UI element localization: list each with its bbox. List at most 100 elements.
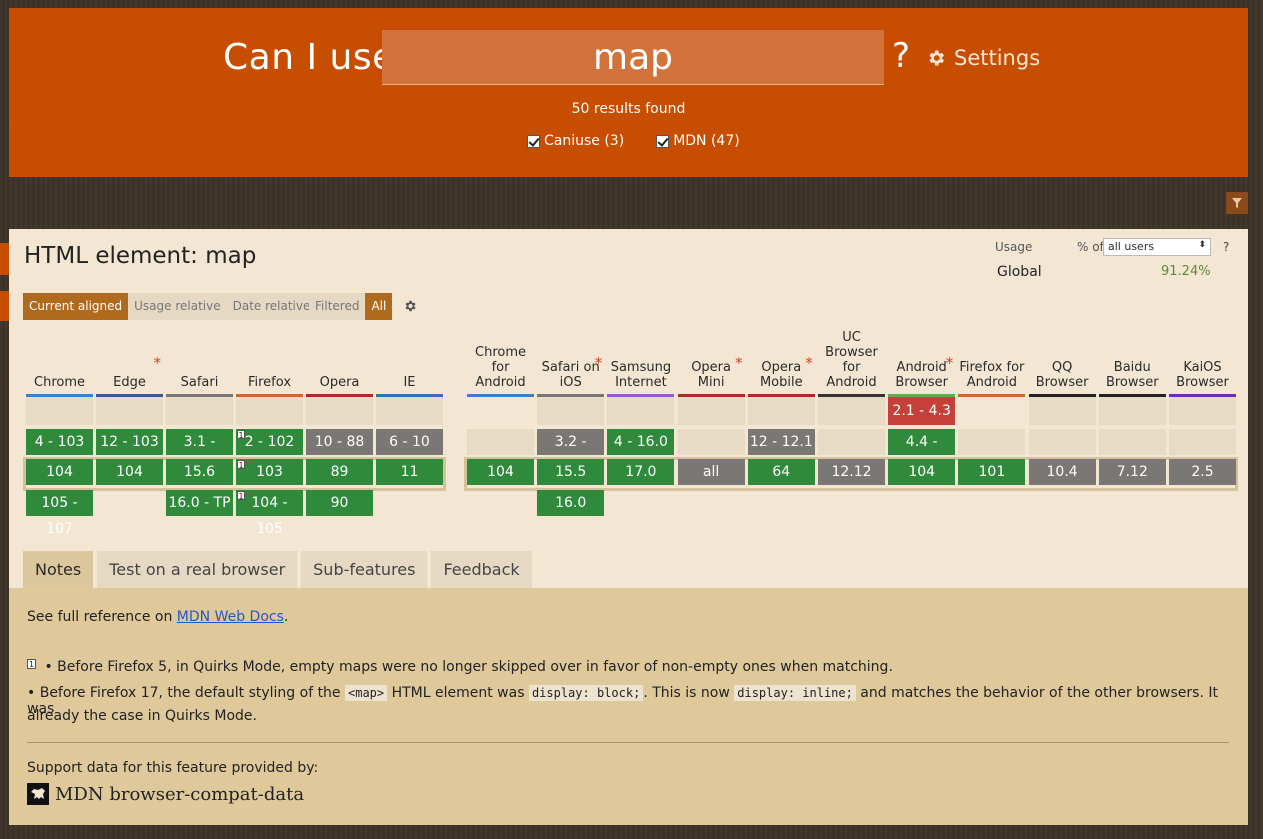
support-cell-empty [818,429,885,455]
support-cell[interactable]: 104 [26,459,93,485]
browser-name: KaiOS Browser [1176,360,1229,390]
support-cell[interactable]: 104 [467,459,534,485]
support-cell[interactable]: 15.5 [537,459,605,485]
mdn-provider-label: MDN browser-compat-data [55,783,305,805]
browser-column: Edge * 12 - 103 104 [96,229,163,529]
browser-column: QQ Browser 10.4 [1028,229,1096,529]
support-cell[interactable]: 4 - 16.0 [607,429,675,455]
browser-name: Chrome for Android [475,345,526,390]
support-cell[interactable]: 90 [306,490,373,516]
support-cell[interactable]: 16.0 - TP [166,490,233,516]
checkbox-checked-icon[interactable] [656,134,670,148]
version-range: 10 - 88 [314,434,365,450]
search-input[interactable] [382,30,884,85]
version-range: 104 [487,464,514,480]
support-cell[interactable]: 3.1 - 15.5 [166,429,233,476]
support-cell[interactable]: 3.2 - 15.4 [537,429,605,476]
support-cell[interactable]: 101 [958,459,1026,485]
support-cell[interactable]: 2.1 - 4.3 [888,397,956,425]
version-range: all [702,464,720,480]
info-tabs: Notes Test on a real browser Sub-feature… [23,551,532,588]
support-cell[interactable]: 104 - 105 1 [236,490,303,537]
site-header: Can I use ? Settings 50 results found Ca… [9,8,1248,177]
version-range: 17.0 [625,464,657,480]
support-cell[interactable]: 7.12 [1098,459,1166,485]
note-2-text-c: . This is now [643,685,735,701]
support-cell[interactable]: 10 - 88 [306,429,373,455]
support-cell-empty [1028,429,1096,455]
support-cell[interactable]: 12 - 103 [96,429,163,455]
browser-column: UC Browser for Android 12.12 [818,229,885,529]
source-filters: Caniuse (3) MDN (47) [527,133,740,149]
support-cell[interactable]: 16.0 [537,490,605,516]
tab-feedback[interactable]: Feedback [431,551,532,588]
tab-test-real-browser[interactable]: Test on a real browser [97,551,298,588]
gear-icon [929,50,944,66]
support-cell[interactable]: 11 [376,459,443,485]
funnel-icon [1232,198,1242,208]
support-cell[interactable]: 6 - 10 [376,429,443,455]
checkbox-checked-icon[interactable] [527,134,540,148]
filter-mdn[interactable]: MDN (47) [656,133,740,149]
support-cell[interactable]: 2.5 [1169,459,1236,485]
support-cell-empty [677,397,745,425]
version-range: 89 [330,464,349,480]
browser-column: Baidu Browser 7.12 [1098,229,1166,529]
browser-name: Chrome [34,375,85,390]
tab-sub-features[interactable]: Sub-features [301,551,428,588]
browser-name: Baidu Browser [1105,360,1159,390]
support-cell[interactable]: 64 [747,459,815,485]
browser-column: Samsung Internet 4 - 16.0 17.0 [607,229,675,529]
support-cell[interactable]: 89 [306,459,373,485]
support-cell[interactable]: 103 1 [236,459,303,485]
support-cell-empty [607,397,675,425]
version-range: 15.5 [555,464,587,480]
browser-name: Firefox for Android [959,360,1025,390]
version-range: 4 - 16.0 [613,434,668,450]
support-cell-empty [1169,397,1236,425]
support-cell[interactable]: 4.4 - 4.4.4 [888,429,956,476]
code-display-inline: display: inline; [734,685,856,701]
support-cell-empty [1169,429,1236,455]
support-cell[interactable]: 12.12 [818,459,885,485]
support-cell[interactable]: 105 - 107 [26,490,93,537]
feature-panel: HTML element: map Usage % of all users ⬍… [9,229,1248,588]
version-range: 104 [908,464,936,480]
note-1: 1 • Before Firefox 5, in Quirks Mode, em… [27,659,893,675]
side-tab-left[interactable] [0,243,9,275]
browser-column: KaiOS Browser 2.5 [1169,229,1236,529]
version-range: 10.4 [1046,464,1078,480]
support-cell[interactable]: 104 [96,459,163,485]
note-marker: 1 [237,460,245,470]
mdn-docs-link[interactable]: MDN Web Docs [177,609,284,625]
reference-line: See full reference on MDN Web Docs. [27,609,288,625]
note-marker: 1 [237,491,245,501]
tab-notes[interactable]: Notes [23,551,94,588]
settings-button[interactable]: Settings [926,46,1040,70]
help-link[interactable]: ? [892,36,910,76]
browser-name: Samsung Internet [610,360,672,390]
note-number: 1 [27,659,36,669]
support-cell[interactable]: 4 - 103 [26,429,93,455]
note-2-text-a: • Before Firefox 17, the default styling… [27,685,345,701]
version-range: 11 [400,464,419,480]
support-cell[interactable]: 10.4 [1028,459,1096,485]
side-tab-left-2[interactable] [0,291,9,321]
filter-caniuse[interactable]: Caniuse (3) [527,133,624,149]
version-range: 103 [256,464,283,480]
support-cell[interactable]: 15.6 [166,459,233,485]
browser-name: Firefox [247,375,292,390]
filter-toggle-button[interactable] [1226,192,1248,214]
support-cell-empty [1098,429,1166,455]
support-cell[interactable]: 104 [888,459,956,485]
support-cell[interactable]: all [677,459,745,485]
mdn-provider[interactable]: MDN browser-compat-data [27,783,304,805]
support-cell[interactable]: 12 - 12.1 [747,429,815,455]
reference-suffix: . [283,609,289,625]
note-asterisk-icon: * [153,354,162,372]
support-cell[interactable]: 2 - 102 1 [236,429,303,455]
version-range: 2.1 - 4.3 [892,403,951,419]
note-1-text: • Before Firefox 5, in Quirks Mode, empt… [40,659,893,675]
support-cell[interactable]: 17.0 [607,459,675,485]
browser-column: Safari on iOS*3.2 - 15.415.516.0 [537,229,605,529]
